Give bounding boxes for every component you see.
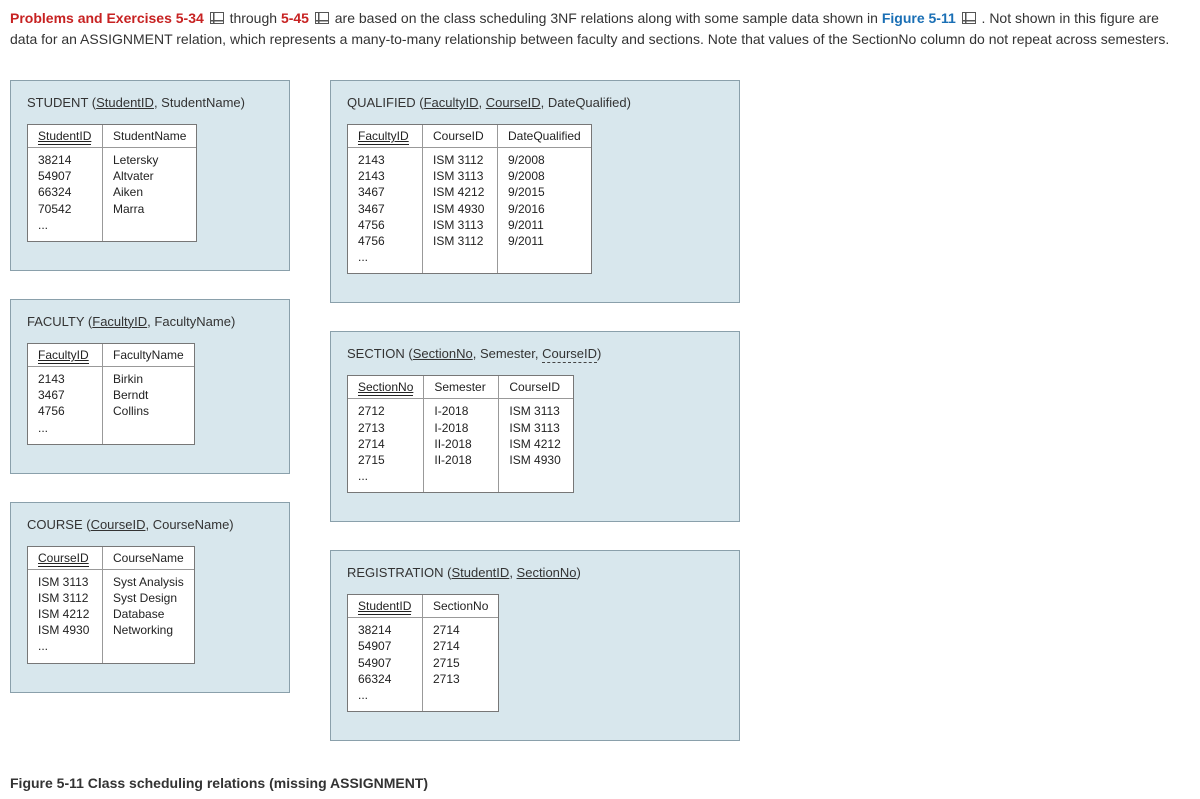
link-figure-5-11[interactable]: Figure 5-11 <box>882 10 956 26</box>
link-problems-start[interactable]: Problems and Exercises 5-34 <box>10 10 204 26</box>
schema-grid: STUDENT (StudentID, StudentName) Student… <box>10 80 1190 741</box>
sample-table: FacultyID 214321433467346747564756... Co… <box>347 124 592 274</box>
col-header: CourseID <box>433 129 484 143</box>
figure-caption: Figure 5-11 Class scheduling relations (… <box>10 775 1190 791</box>
col-header: FacultyID <box>38 348 89 364</box>
relation-title: QUALIFIED (FacultyID, CourseID, DateQual… <box>347 95 723 110</box>
sample-table: FacultyID 214334674756... FacultyName Bi… <box>27 343 195 445</box>
relation-title: STUDENT (StudentID, StudentName) <box>27 95 273 110</box>
relation-title: COURSE (CourseID, CourseName) <box>27 517 273 532</box>
sample-table: CourseID ISM 3113ISM 3112ISM 4212ISM 493… <box>27 546 195 664</box>
relation-title: REGISTRATION (StudentID, SectionNo) <box>347 565 723 580</box>
relation-qualified: QUALIFIED (FacultyID, CourseID, DateQual… <box>330 80 740 303</box>
sample-table: SectionNo 2712271327142715... Semester I… <box>347 375 574 493</box>
col-header: CourseID <box>38 551 89 567</box>
col-header: CourseID <box>509 380 560 394</box>
col-header: FacultyName <box>113 348 184 362</box>
col-header: StudentName <box>113 129 186 143</box>
popout-icon[interactable] <box>315 12 329 24</box>
sample-table: StudentID 38214549075490766324... Sectio… <box>347 594 499 712</box>
col-header: SectionNo <box>433 599 488 613</box>
intro-paragraph: Problems and Exercises 5-34 through 5-45… <box>10 8 1190 50</box>
popout-icon[interactable] <box>962 12 976 24</box>
col-header: DateQualified <box>508 129 581 143</box>
col-header: CourseName <box>113 551 184 565</box>
popout-icon[interactable] <box>210 12 224 24</box>
link-problems-end[interactable]: 5-45 <box>281 10 309 26</box>
relation-course: COURSE (CourseID, CourseName) CourseID I… <box>10 502 290 693</box>
col-header: SectionNo <box>358 380 413 396</box>
relation-section: SECTION (SectionNo, Semester, CourseID) … <box>330 331 740 522</box>
col-body: 38214549076632470542... <box>28 148 102 241</box>
col-header: Semester <box>434 380 485 394</box>
col-header: FacultyID <box>358 129 409 145</box>
col-header: StudentID <box>38 129 91 145</box>
col-header: StudentID <box>358 599 411 615</box>
sample-table: StudentID 38214549076632470542... Studen… <box>27 124 197 242</box>
relation-title: FACULTY (FacultyID, FacultyName) <box>27 314 273 329</box>
col-body: LeterskyAltvaterAikenMarra <box>103 148 196 225</box>
relation-student: STUDENT (StudentID, StudentName) Student… <box>10 80 290 271</box>
relation-registration: REGISTRATION (StudentID, SectionNo) Stud… <box>330 550 740 741</box>
relation-title: SECTION (SectionNo, Semester, CourseID) <box>347 346 723 361</box>
relation-faculty: FACULTY (FacultyID, FacultyName) Faculty… <box>10 299 290 474</box>
